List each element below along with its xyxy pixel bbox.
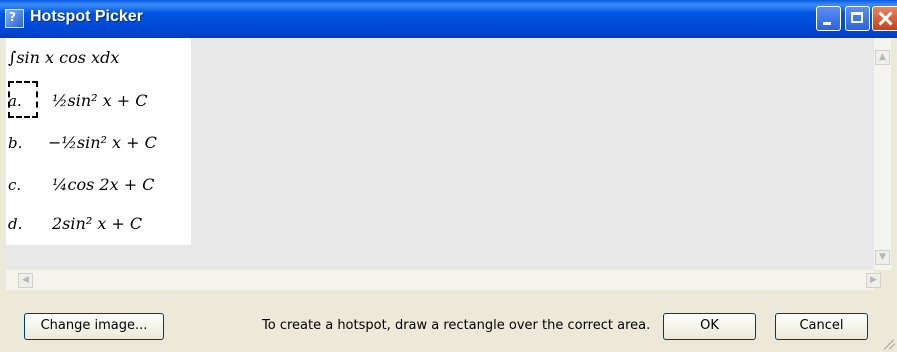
horizontal-scrollbar[interactable]: ◀ ▶ (6, 270, 881, 290)
question-image[interactable]: ∫sin x cos xdx a. ½sin² x + C b. −½sin² … (6, 38, 191, 245)
option-c-expression: ¼cos 2x + C (52, 175, 155, 194)
minimize-button[interactable] (816, 6, 841, 31)
scroll-left-icon[interactable]: ◀ (18, 273, 33, 288)
scroll-right-icon[interactable]: ▶ (866, 273, 881, 288)
option-d-expression: 2sin² x + C (52, 214, 143, 233)
image-viewport: ∫sin x cos xdx a. ½sin² x + C b. −½sin² … (6, 38, 891, 290)
option-a-expression: ½sin² x + C (52, 91, 148, 110)
scroll-up-icon[interactable]: ▲ (875, 50, 890, 65)
option-b-expression: −½sin² x + C (48, 133, 157, 152)
option-b-label: b. (8, 134, 23, 152)
app-icon (5, 9, 24, 28)
maximize-button[interactable] (845, 6, 870, 31)
close-button[interactable] (872, 6, 897, 31)
instruction-text: To create a hotspot, draw a rectangle ov… (262, 318, 651, 333)
window-title: Hotspot Picker (30, 8, 143, 25)
ok-button[interactable]: OK (663, 313, 756, 340)
integral-expression: ∫sin x cos xdx (8, 48, 120, 67)
option-a-label: a. (8, 92, 22, 110)
option-d-label: d. (8, 215, 23, 233)
cancel-button[interactable]: Cancel (775, 313, 868, 340)
resize-grip-icon[interactable] (880, 336, 894, 350)
vertical-scrollbar[interactable]: ▲ ▼ (874, 38, 891, 270)
title-bar[interactable]: Hotspot Picker (0, 0, 897, 38)
change-image-button[interactable]: Change image... (24, 313, 164, 340)
hotspot-picker-window: Hotspot Picker ∫sin x cos xdx a. ½sin² x… (0, 0, 897, 352)
hotspot-canvas[interactable]: ∫sin x cos xdx a. ½sin² x + C b. −½sin² … (6, 38, 874, 270)
option-c-label: c. (8, 176, 22, 194)
scroll-down-icon[interactable]: ▼ (875, 250, 890, 265)
